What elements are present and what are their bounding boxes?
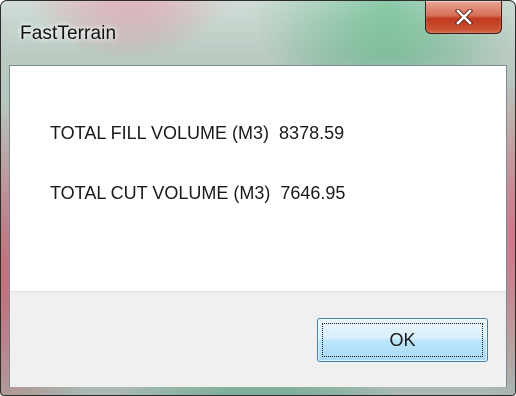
fill-volume-line: TOTAL FILL VOLUME (M3) 8378.59 (50, 123, 344, 144)
fill-volume-value: 8378.59 (279, 123, 345, 143)
message-area: TOTAL FILL VOLUME (M3) 8378.59 TOTAL CUT … (10, 66, 506, 291)
cut-volume-label: TOTAL CUT VOLUME (M3) (50, 183, 271, 203)
close-icon (454, 9, 473, 25)
fill-volume-label: TOTAL FILL VOLUME (M3) (50, 123, 270, 143)
ok-button[interactable]: OK (317, 318, 488, 362)
dialog-client-area: TOTAL FILL VOLUME (M3) 8378.59 TOTAL CUT … (9, 65, 507, 387)
ok-button-label: OK (389, 329, 416, 350)
button-area: OK (10, 291, 506, 387)
title-bar[interactable]: FastTerrain (1, 1, 515, 65)
close-button[interactable] (425, 1, 502, 34)
cut-volume-line: TOTAL CUT VOLUME (M3) 7646.95 (50, 183, 345, 204)
window-title: FastTerrain (20, 23, 117, 44)
cut-volume-value: 7646.95 (280, 183, 346, 203)
dialog-window: FastTerrain TOTAL FILL VOLUME (M3) 8378.5… (0, 0, 516, 396)
